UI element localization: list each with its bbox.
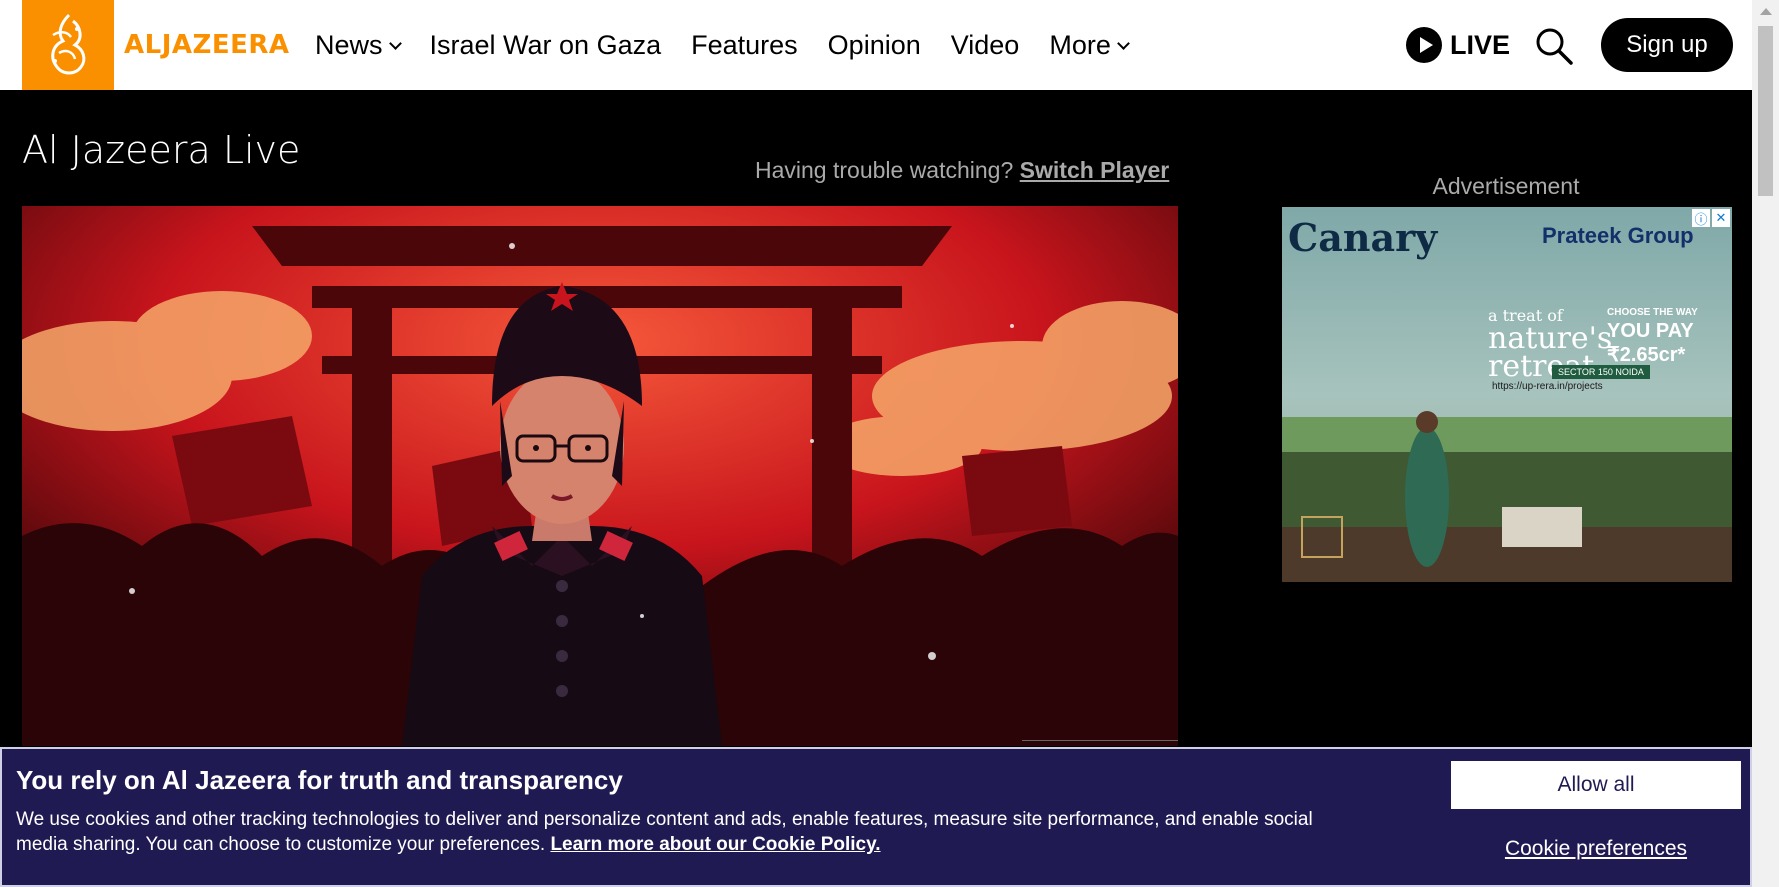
ad-controls: ⓘ ✕ (1692, 209, 1730, 227)
signup-button[interactable]: Sign up (1601, 18, 1733, 72)
ad-brand-canary: Canary (1288, 215, 1438, 260)
nav-features-label: Features (691, 29, 798, 60)
scroll-thumb[interactable] (1758, 26, 1773, 196)
logo-calligraphy-icon (51, 13, 86, 75)
live-label: LIVE (1450, 29, 1511, 60)
live-button[interactable]: LIVE (1406, 27, 1510, 63)
advertisement-label: Advertisement (1432, 173, 1580, 199)
ad-brand-prateek: Prateek Group (1542, 223, 1694, 248)
scroll-up-icon[interactable] (1760, 8, 1772, 15)
player-control-strip[interactable] (1022, 740, 1178, 746)
nav-video-label: Video (950, 29, 1020, 60)
advertisement-banner[interactable]: Canary Prateek Group a treat of nature's… (1282, 207, 1732, 582)
video-frame (22, 206, 1178, 746)
cookie-preferences-link[interactable]: Cookie preferences (1451, 837, 1741, 861)
switch-player-link[interactable]: Switch Player (1020, 157, 1170, 183)
play-icon (1406, 27, 1442, 63)
allow-all-button[interactable]: Allow all (1451, 761, 1741, 809)
chevron-down-icon (1116, 36, 1130, 50)
nav-news[interactable]: News (315, 29, 402, 61)
close-icon[interactable]: ✕ (1712, 209, 1730, 227)
nav-features[interactable]: Features (691, 30, 798, 61)
page-title: Al Jazeera Live (22, 128, 301, 172)
page-scrollbar[interactable] (1752, 0, 1779, 887)
cookie-policy-link[interactable]: Learn more about our Cookie Policy. (550, 834, 880, 855)
trouble-text: Having trouble watching? (755, 157, 1014, 183)
site-header: ALJAZEERA News Israel War on Gaza Featur… (0, 0, 1752, 90)
ad-price: CHOOSE THE WAY YOU PAY ₹2.65cr* (1607, 307, 1698, 366)
nav-news-label: News (315, 29, 383, 60)
ad-url: https://up-rera.in/projects (1492, 381, 1603, 392)
cookie-consent-banner: You rely on Al Jazeera for truth and tra… (0, 747, 1752, 887)
nav-israel-war-on-gaza[interactable]: Israel War on Gaza (430, 30, 662, 61)
nav-video[interactable]: Video (951, 30, 1020, 61)
nav-gaza-label: Israel War on Gaza (429, 29, 662, 60)
cookie-title: You rely on Al Jazeera for truth and tra… (16, 765, 623, 795)
player-help-text: Having trouble watching? Switch Player (755, 157, 1169, 184)
aljazeera-logo[interactable] (22, 0, 114, 90)
nav-more-label: More (1049, 29, 1111, 60)
ad-image (1282, 207, 1732, 582)
search-icon[interactable] (1533, 25, 1575, 67)
ad-sector-badge: SECTOR 150 NOIDA (1552, 365, 1650, 379)
live-video-player[interactable] (22, 206, 1178, 746)
chevron-down-icon (388, 36, 402, 50)
nav-more[interactable]: More (1049, 29, 1130, 61)
nav-opinion[interactable]: Opinion (828, 30, 921, 61)
ad-info-icon[interactable]: ⓘ (1692, 209, 1710, 227)
logo-wordmark[interactable]: ALJAZEERA (124, 30, 290, 60)
nav-opinion-label: Opinion (827, 29, 921, 60)
main-nav: News Israel War on Gaza Features Opinion… (315, 0, 1158, 90)
cookie-description: We use cookies and other tracking techno… (16, 807, 1366, 857)
